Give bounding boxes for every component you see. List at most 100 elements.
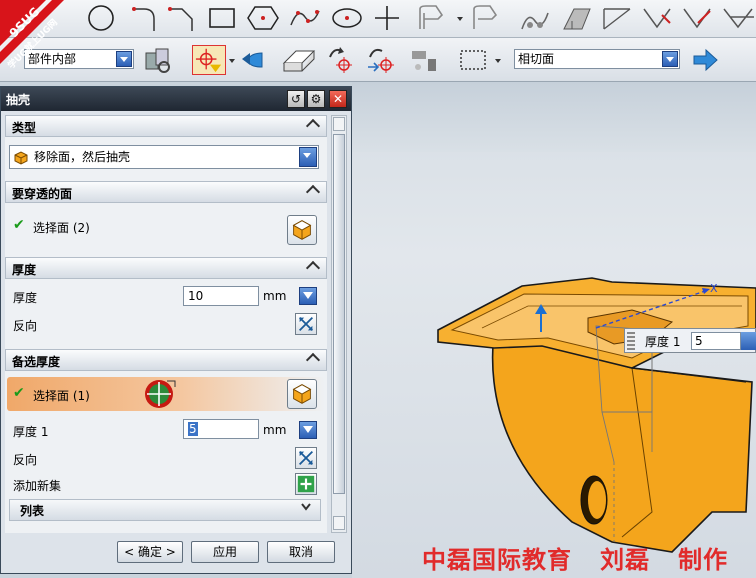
- reverse-direction-icon[interactable]: [295, 447, 317, 469]
- alt-thickness-label: 厚度 1: [13, 425, 49, 439]
- thickness-on-screen-input[interactable]: 厚度 1 5: [624, 328, 756, 353]
- section-thickness-header[interactable]: 厚度: [5, 257, 327, 279]
- thickness-menu-icon[interactable]: [299, 287, 317, 305]
- section-pierce-body: ✔ 选择面 (2): [5, 203, 327, 257]
- circle-icon[interactable]: [86, 3, 116, 33]
- sketch-toolbar: [0, 0, 756, 38]
- expand-icon[interactable]: [300, 501, 312, 516]
- collapse-icon[interactable]: [306, 184, 322, 200]
- rectangle-icon[interactable]: [206, 3, 238, 33]
- alt-thickness-unit: mm: [263, 423, 287, 437]
- shell-dialog: 抽壳 ↺ ⚙ ✕ 类型 移除面，然后抽壳 要穿透的面 ✔ 选择面 (2) 厚度 …: [0, 86, 352, 574]
- scroll-thumb[interactable]: [333, 134, 345, 494]
- dropdown-arrow-icon[interactable]: [228, 45, 236, 75]
- face-selector-cube-icon[interactable]: [287, 379, 317, 409]
- site-logo: 9SUG 学UG就上UG网: [0, 0, 80, 72]
- dialog-content: 类型 移除面，然后抽壳 要穿透的面 ✔ 选择面 (2) 厚度 厚度 10 mm …: [5, 115, 327, 533]
- fillet-icon[interactable]: [130, 3, 160, 33]
- shell-type-value: 移除面，然后抽壳: [34, 150, 131, 164]
- section-alt-thickness-body: ✔ 选择面 (1) 厚度 1 5 mm 反向 添加新集 列表: [5, 371, 327, 533]
- face-rule-combo[interactable]: 相切面: [514, 49, 680, 69]
- cancel-button[interactable]: 取消: [267, 541, 335, 563]
- thickness-unit: mm: [263, 289, 287, 303]
- arrow-right-icon[interactable]: [690, 45, 720, 75]
- auto-constraint-icon[interactable]: [680, 3, 714, 33]
- alt-thickness-input[interactable]: 5: [183, 419, 259, 439]
- reset-icon[interactable]: ↺: [287, 90, 305, 108]
- ellipse-icon[interactable]: [330, 3, 364, 33]
- reverse-label: 反向: [13, 319, 38, 333]
- scroll-up-icon[interactable]: [333, 117, 345, 131]
- dialog-title: 抽壳: [6, 93, 31, 107]
- apply-button[interactable]: 应用: [191, 541, 259, 563]
- rotate-point-icon[interactable]: [324, 45, 358, 75]
- shell-type-icon: [14, 150, 28, 165]
- section-thickness-title: 厚度: [12, 263, 37, 277]
- section-pierce-title: 要穿透的面: [12, 187, 73, 201]
- dialog-title-bar[interactable]: 抽壳 ↺ ⚙ ✕: [1, 87, 351, 111]
- reverse-direction-icon[interactable]: [295, 313, 317, 335]
- mirror-curve-icon[interactable]: [518, 3, 552, 33]
- scroll-down-icon[interactable]: [333, 516, 345, 530]
- collapse-icon[interactable]: [306, 118, 322, 134]
- constraint-icon[interactable]: [640, 3, 674, 33]
- combo-arrow-icon[interactable]: [662, 51, 678, 67]
- undo-arrow-icon[interactable]: [240, 45, 272, 75]
- add-new-set-label: 添加新集: [13, 479, 62, 493]
- collapse-icon[interactable]: [306, 352, 322, 368]
- face-select-icon[interactable]: [280, 45, 318, 75]
- settings-icon[interactable]: ⚙: [307, 90, 325, 108]
- dropdown-arrow-icon[interactable]: [494, 45, 502, 75]
- point-on-curve-icon[interactable]: [364, 45, 398, 75]
- assembly-select-icon[interactable]: [406, 45, 442, 75]
- project-curve-icon[interactable]: [600, 3, 634, 33]
- spline-icon[interactable]: [288, 3, 322, 33]
- add-set-icon[interactable]: [295, 473, 317, 495]
- thickness-popup-value[interactable]: 5: [691, 332, 741, 350]
- section-alt-thickness-header[interactable]: 备选厚度: [5, 349, 327, 371]
- alt-reverse-label: 反向: [13, 453, 38, 467]
- thickness-input[interactable]: 10: [183, 286, 259, 306]
- shell-type-select[interactable]: 移除面，然后抽壳: [9, 145, 319, 169]
- close-icon[interactable]: ✕: [329, 90, 347, 108]
- assembly-filter-icon[interactable]: [142, 45, 174, 75]
- select-face-label[interactable]: 选择面 (2): [33, 219, 90, 236]
- drag-handle-icon[interactable]: [627, 332, 635, 350]
- dropdown-arrow-icon[interactable]: [456, 3, 464, 33]
- intersection-curve-icon[interactable]: [560, 3, 594, 33]
- pattern-curve-icon[interactable]: [468, 3, 504, 33]
- alt-thickness-input-value: 5: [188, 422, 198, 436]
- collapse-icon[interactable]: [306, 260, 322, 276]
- list-label: 列表: [20, 504, 45, 518]
- dialog-scrollbar[interactable]: [331, 115, 347, 533]
- offset-curve-icon[interactable]: [414, 3, 450, 33]
- thickness-popup-label: 厚度 1: [645, 335, 681, 349]
- face-rule-value: 相切面: [518, 52, 555, 66]
- dialog-footer: < 确定 > 应用 取消: [1, 535, 351, 573]
- section-pierce-header[interactable]: 要穿透的面: [5, 181, 327, 203]
- section-type-title: 类型: [12, 121, 37, 135]
- rectangle-select-icon[interactable]: [456, 45, 490, 75]
- section-alt-thickness-title: 备选厚度: [12, 355, 61, 369]
- alt-select-face-label[interactable]: 选择面 (1): [33, 387, 90, 404]
- list-subsection-header[interactable]: 列表: [9, 499, 321, 521]
- combo-arrow-icon[interactable]: [299, 147, 317, 167]
- polygon-icon[interactable]: [246, 3, 280, 33]
- face-selector-cube-icon[interactable]: [287, 215, 317, 245]
- crosshair-cursor-icon: [143, 377, 177, 411]
- ok-button[interactable]: < 确定 >: [117, 541, 183, 563]
- axis-x-label: X: [710, 282, 718, 295]
- snap-point-icon[interactable]: [192, 45, 226, 75]
- check-icon: ✔: [13, 385, 25, 401]
- check-icon: ✔: [13, 217, 25, 233]
- point-icon[interactable]: [372, 3, 402, 33]
- section-type-header[interactable]: 类型: [5, 115, 327, 137]
- chamfer-icon[interactable]: [166, 3, 196, 33]
- section-type-body: 移除面，然后抽壳: [5, 137, 327, 181]
- credit-watermark: 中磊国际教育 刘磊 制作: [422, 545, 729, 574]
- dropdown-arrow-icon[interactable]: [741, 332, 756, 350]
- alt-thickness-menu-icon[interactable]: [299, 421, 317, 439]
- combo-arrow-icon[interactable]: [116, 51, 132, 67]
- thickness-label: 厚度: [13, 291, 38, 305]
- dimension-icon[interactable]: [720, 3, 756, 33]
